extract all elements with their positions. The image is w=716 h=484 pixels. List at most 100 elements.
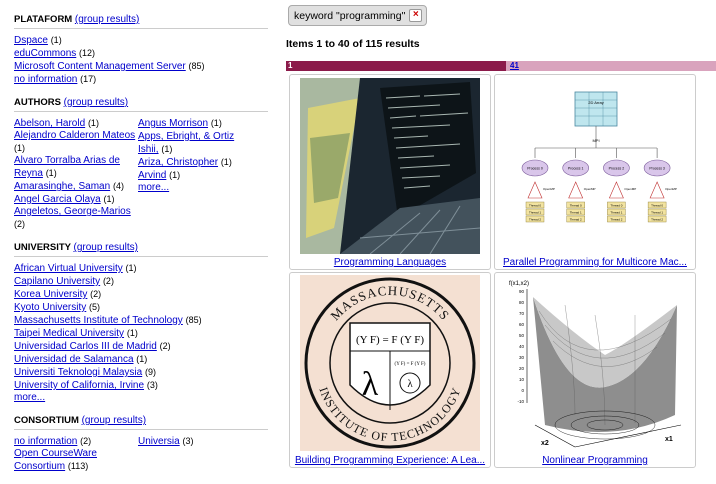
more-link-row[interactable]: more... bbox=[138, 182, 268, 194]
facet-plataform: PLATAFORM (group results) Dspace (1) eduCo… bbox=[14, 14, 268, 86]
facet-item-link[interactable]: Amarasinghe, Saman bbox=[14, 181, 110, 192]
facet-item-count: (1) bbox=[136, 354, 148, 364]
facet-item-count: (1) bbox=[220, 157, 232, 167]
facet-item[interactable]: Arvind (1) bbox=[138, 169, 268, 182]
facet-item-link[interactable]: Taipei Medical University bbox=[14, 328, 124, 339]
result-card[interactable]: f(x1,x2) 90 80 70 60 50 40 30 20 10 0 -10 x2 x1 bbox=[494, 272, 696, 468]
facet-item[interactable]: no information (2) bbox=[14, 435, 138, 448]
facet-heading-text: CONSORTIUM bbox=[14, 415, 79, 426]
facet-item-link[interactable]: Capilano University bbox=[14, 276, 100, 287]
facet-item[interactable]: Taipei Medical University (1) bbox=[14, 327, 268, 340]
result-thumbnail[interactable] bbox=[300, 78, 480, 254]
facet-item[interactable]: eduCommons (12) bbox=[14, 47, 268, 60]
facet-item[interactable]: University of California, Irvine (3) bbox=[14, 379, 268, 392]
facet-item[interactable]: Ariza, Christopher (1) bbox=[138, 156, 268, 169]
facet-item[interactable]: Open CourseWare Consortium (113) bbox=[14, 448, 138, 473]
facet-item-link[interactable]: Alejandro Calderon Mateos bbox=[14, 130, 135, 141]
facet-item-link[interactable]: Alvaro Torralba Arias de Reyna bbox=[14, 155, 120, 179]
facet-item-link[interactable]: Ishii, bbox=[138, 144, 159, 155]
facet-item[interactable]: no information (17) bbox=[14, 73, 268, 86]
thread-label: Thread 1 bbox=[529, 210, 541, 214]
result-title-link[interactable]: Building Programming Experience: A Lea..… bbox=[295, 455, 485, 466]
facet-item[interactable]: Apps, Ebright, & Ortiz bbox=[138, 130, 268, 143]
facet-item[interactable]: Angeletos, George-Marios (2) bbox=[14, 206, 138, 231]
plot-z-label: f(x1,x2) bbox=[509, 281, 529, 287]
facet-item-link[interactable]: Kyoto University bbox=[14, 302, 86, 313]
page-current: 1 bbox=[286, 61, 506, 71]
group-results-link[interactable]: (group results) bbox=[73, 242, 137, 253]
facet-item-link[interactable]: Ariza, Christopher bbox=[138, 157, 218, 168]
group-results-link[interactable]: (group results) bbox=[82, 415, 146, 426]
more-link[interactable]: more... bbox=[138, 182, 169, 193]
group-results-link[interactable]: (group results) bbox=[75, 14, 139, 25]
facet-item[interactable]: Angus Morrison (1) bbox=[138, 117, 268, 130]
facet-item[interactable]: Universidad de Salamanca (1) bbox=[14, 353, 268, 366]
result-title-link[interactable]: Parallel Programming for Multicore Mac..… bbox=[503, 257, 687, 268]
facet-item[interactable]: Universidad Carlos III de Madrid (2) bbox=[14, 340, 268, 353]
facet-item[interactable]: Capilano University (2) bbox=[14, 275, 268, 288]
result-card[interactable]: 2D Array MPI Process 0 OpenMP Thread 0 Thre… bbox=[494, 74, 696, 270]
facet-item-count: (2) bbox=[90, 289, 102, 299]
facet-item-link[interactable]: Angus Morrison bbox=[138, 118, 208, 129]
facet-item-link[interactable]: African Virtual University bbox=[14, 263, 123, 274]
facet-item-link[interactable]: Abelson, Harold bbox=[14, 118, 85, 129]
close-icon[interactable]: × bbox=[409, 9, 423, 22]
facet-item[interactable]: Alejandro Calderon Mateos (1) bbox=[14, 130, 138, 155]
facet-item[interactable]: African Virtual University (1) bbox=[14, 262, 268, 275]
facet-item-link[interactable]: Korea University bbox=[14, 289, 87, 300]
facet-item-link[interactable]: Microsoft Content Management Server bbox=[14, 61, 186, 72]
page-next: 41 bbox=[506, 61, 716, 71]
facet-item-link[interactable]: Universia bbox=[138, 436, 180, 447]
page-next-link[interactable]: 41 bbox=[510, 61, 519, 70]
facet-item-link[interactable]: Universidad Carlos III de Madrid bbox=[14, 341, 157, 352]
group-results-link[interactable]: (group results) bbox=[64, 97, 128, 108]
result-title-link[interactable]: Programming Languages bbox=[334, 257, 446, 268]
facet-item-count: (1) bbox=[125, 263, 137, 273]
seal-formula: (Y F) = F (Y F) bbox=[356, 334, 424, 346]
facet-item-link[interactable]: Universidad de Salamanca bbox=[14, 354, 134, 365]
facet-item-count: (1) bbox=[210, 118, 222, 128]
result-card[interactable]: Programming Languages bbox=[289, 74, 491, 270]
openmp-label: OpenMP bbox=[543, 187, 555, 191]
result-title-link[interactable]: Nonlinear Programming bbox=[542, 455, 648, 466]
facet-item-link[interactable]: eduCommons bbox=[14, 48, 76, 59]
facet-item[interactable]: Abelson, Harold (1) bbox=[14, 117, 138, 130]
result-thumbnail[interactable]: 2D Array MPI Process 0 OpenMP Thread 0 Thre… bbox=[505, 78, 685, 254]
facet-item[interactable]: Universia (3) bbox=[138, 435, 268, 448]
process-label: Process 0 bbox=[527, 167, 543, 171]
facet-item[interactable]: Alvaro Torralba Arias de Reyna (1) bbox=[14, 155, 138, 180]
facet-item[interactable]: Angel Garcia Olaya (1) bbox=[14, 193, 138, 206]
facet-item-link[interactable]: University of California, Irvine bbox=[14, 380, 144, 391]
facet-item[interactable]: Ishii, (1) bbox=[138, 143, 268, 156]
more-link[interactable]: more... bbox=[14, 392, 45, 403]
facet-item[interactable]: Microsoft Content Management Server (85) bbox=[14, 60, 268, 73]
facet-item-count: (2) bbox=[102, 276, 114, 286]
process-label: Process 1 bbox=[568, 167, 584, 171]
parallel-diagram: 2D Array MPI Process 0 OpenMP Thread 0 Thre… bbox=[505, 78, 685, 254]
facet-item-link[interactable]: Massachusetts Institute of Technology bbox=[14, 315, 183, 326]
result-thumbnail[interactable]: MASSACHUSETTS INSTITUTE OF TECHNOLOGY (Y… bbox=[300, 275, 480, 451]
facet-item-link[interactable]: Angeletos, George-Marios bbox=[14, 206, 131, 217]
facet-item[interactable]: Korea University (2) bbox=[14, 288, 268, 301]
facet-item-link[interactable]: Angel Garcia Olaya bbox=[14, 194, 101, 205]
more-link-row[interactable]: more... bbox=[14, 392, 268, 404]
facet-item[interactable]: Kyoto University (5) bbox=[14, 301, 268, 314]
facet-item-count: (1) bbox=[169, 170, 181, 180]
result-thumbnail[interactable]: f(x1,x2) 90 80 70 60 50 40 30 20 10 0 -10 x2 x1 bbox=[505, 275, 685, 451]
facet-item[interactable]: Universiti Teknologi Malaysia (9) bbox=[14, 366, 268, 379]
facet-item-link[interactable]: no information bbox=[14, 436, 77, 447]
facet-item[interactable]: Amarasinghe, Saman (4) bbox=[14, 180, 138, 193]
facet-item-link[interactable]: Arvind bbox=[138, 170, 166, 181]
facet-item[interactable]: Massachusetts Institute of Technology (8… bbox=[14, 314, 268, 327]
facet-item-link[interactable]: Dspace bbox=[14, 35, 48, 46]
facet-item[interactable]: Dspace (1) bbox=[14, 34, 268, 47]
result-card[interactable]: MASSACHUSETTS INSTITUTE OF TECHNOLOGY (Y… bbox=[289, 272, 491, 468]
facet-heading: PLATAFORM (group results) bbox=[14, 14, 268, 29]
facet-item-link[interactable]: Apps, Ebright, & Ortiz bbox=[138, 131, 234, 142]
plot-z-tick: 70 bbox=[519, 311, 525, 316]
facet-item-link[interactable]: no information bbox=[14, 74, 77, 85]
thread-label: Thread 0 bbox=[651, 203, 663, 207]
keyword-filter-chip[interactable]: keyword "programming" × bbox=[288, 5, 428, 26]
facet-item-count: (1) bbox=[45, 168, 57, 178]
facet-item-link[interactable]: Universiti Teknologi Malaysia bbox=[14, 367, 142, 378]
